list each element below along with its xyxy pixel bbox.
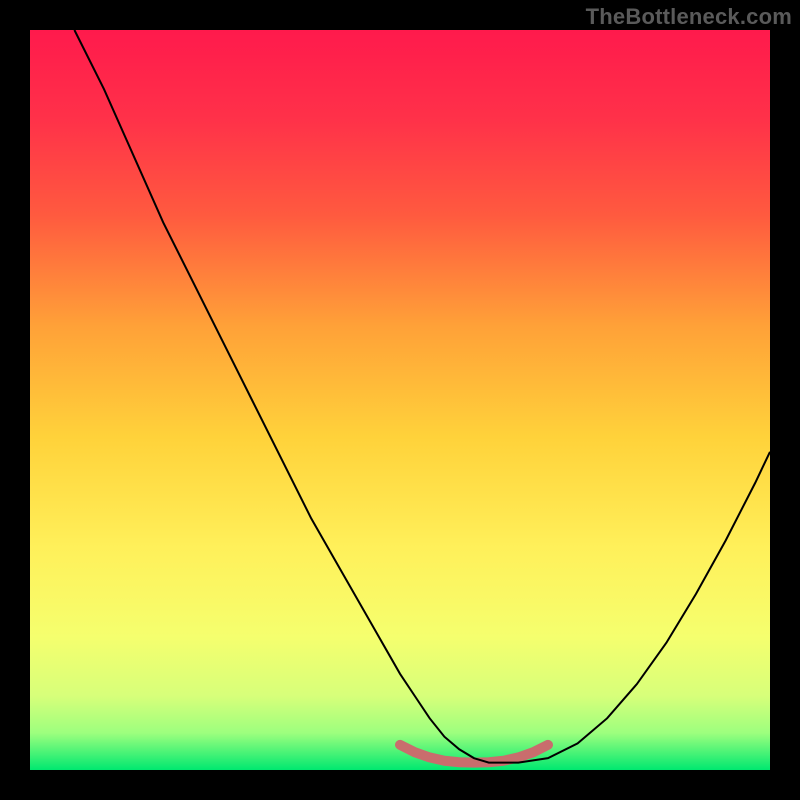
plot-area <box>30 30 770 770</box>
trough-marker-path <box>400 745 548 763</box>
curve-layer <box>30 30 770 770</box>
main-curve-path <box>74 30 770 763</box>
stage: TheBottleneck.com <box>0 0 800 800</box>
watermark-text: TheBottleneck.com <box>586 4 792 30</box>
